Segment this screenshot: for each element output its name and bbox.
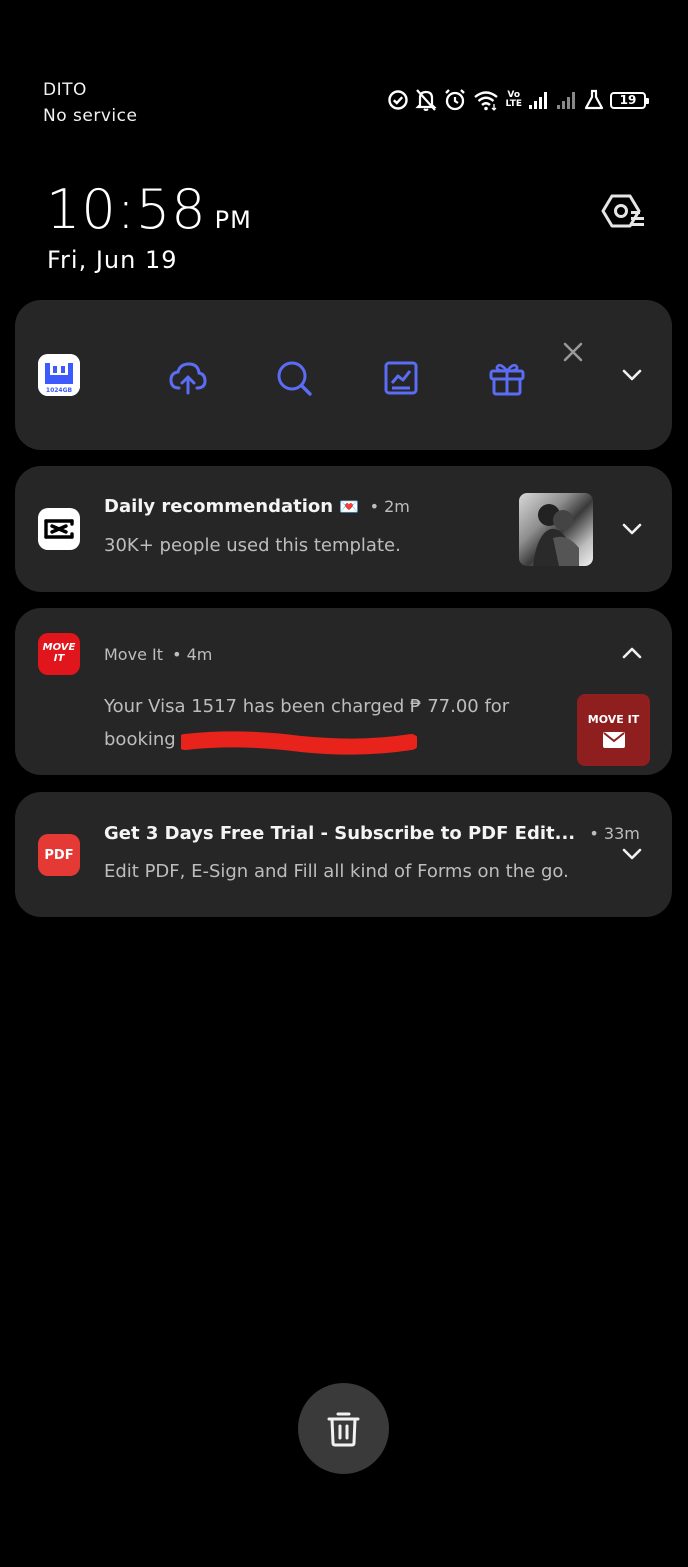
flask-icon <box>584 89 604 110</box>
moveit-app-icon: MOVE IT <box>38 633 80 675</box>
volte-indicator: Vo LTE <box>505 91 522 109</box>
date[interactable]: Fri, Jun 19 <box>47 246 178 274</box>
notification-title-text: Get 3 Days Free Trial - Subscribe to PDF… <box>104 823 576 844</box>
clock[interactable]: 10:58 PM <box>46 178 252 241</box>
notification-text: 30K+ people used this template. <box>104 535 401 556</box>
notification-thumbnail: MOVE IT <box>577 694 650 766</box>
notification-time: • 4m <box>172 645 213 664</box>
notification-title-text: Daily recommendation <box>104 496 334 517</box>
storage-widget-card[interactable]: 1024GB <box>15 300 672 450</box>
notification-pdf[interactable]: PDF Get 3 Days Free Trial - Subscribe to… <box>15 792 672 917</box>
notification-title: Daily recommendation 💌 • 2m <box>104 496 410 517</box>
mail-icon <box>603 732 625 748</box>
trash-icon <box>327 1412 360 1447</box>
moveit-thumb-label: MOVE IT <box>587 713 640 726</box>
love-letter-emoji: 💌 <box>339 497 360 516</box>
clear-all-button[interactable] <box>298 1383 389 1474</box>
notification-thumbnail <box>519 493 593 566</box>
signal-sim2-icon <box>557 92 575 109</box>
pdf-app-icon: PDF <box>38 834 80 876</box>
notification-time: • 33m <box>589 824 640 843</box>
service-status: No service <box>43 106 138 126</box>
storage-app-label: 1024GB <box>45 387 73 394</box>
alarm-icon <box>445 89 466 111</box>
redaction-mark <box>181 731 417 755</box>
moveit-icon-label-1: MOVE <box>42 642 76 653</box>
moveit-icon-label-2: IT <box>53 653 65 664</box>
carrier-name: DITO <box>43 80 87 100</box>
battery-indicator: 19 <box>610 91 649 109</box>
clock-time: 10:58 <box>46 178 207 241</box>
status-bar-carrier: DITO No service <box>43 77 137 129</box>
notification-moveit[interactable]: MOVE IT Move It • 4m Your Visa 1517 has … <box>15 608 672 775</box>
chevron-down-icon[interactable] <box>620 842 644 866</box>
notification-app-name: Move It <box>104 645 163 664</box>
notification-text: Edit PDF, E-Sign and Fill all kind of Fo… <box>104 861 569 882</box>
chevron-up-icon[interactable] <box>620 641 644 665</box>
notification-title: Get 3 Days Free Trial - Subscribe to PDF… <box>104 823 640 844</box>
notification-time: • 2m <box>369 497 410 516</box>
capcut-logo-icon <box>44 519 74 539</box>
notification-settings-icon[interactable] <box>600 192 646 234</box>
notification-capcut[interactable]: Daily recommendation 💌 • 2m 30K+ people … <box>15 466 672 592</box>
signal-sim1-icon <box>529 92 547 109</box>
cloud-upload-icon[interactable] <box>168 358 208 398</box>
volte-bottom: LTE <box>505 99 522 109</box>
search-icon[interactable] <box>274 358 314 398</box>
capcut-app-icon <box>38 508 80 550</box>
wifi-icon <box>474 91 499 111</box>
gift-icon[interactable] <box>487 358 527 398</box>
chevron-down-icon[interactable] <box>620 363 644 387</box>
data-saver-icon <box>388 90 409 110</box>
notification-header: Move It • 4m <box>104 645 212 664</box>
storage-app-icon[interactable]: 1024GB <box>38 354 80 396</box>
pdf-icon-label: PDF <box>44 848 74 863</box>
chart-icon[interactable] <box>381 358 421 398</box>
notification-text-line-1: Your Visa 1517 has been charged ₱ 77.00 … <box>104 696 510 717</box>
chevron-down-icon[interactable] <box>620 517 644 541</box>
notifications-off-icon <box>415 89 438 111</box>
status-bar-icons: Vo LTE 19 <box>387 86 649 114</box>
clock-ampm: PM <box>214 206 252 234</box>
notification-text-line-2-label: booking <box>104 729 176 750</box>
close-icon[interactable] <box>561 340 585 364</box>
notification-text-line-2: booking <box>104 729 176 750</box>
photo-couple-icon <box>533 504 579 566</box>
